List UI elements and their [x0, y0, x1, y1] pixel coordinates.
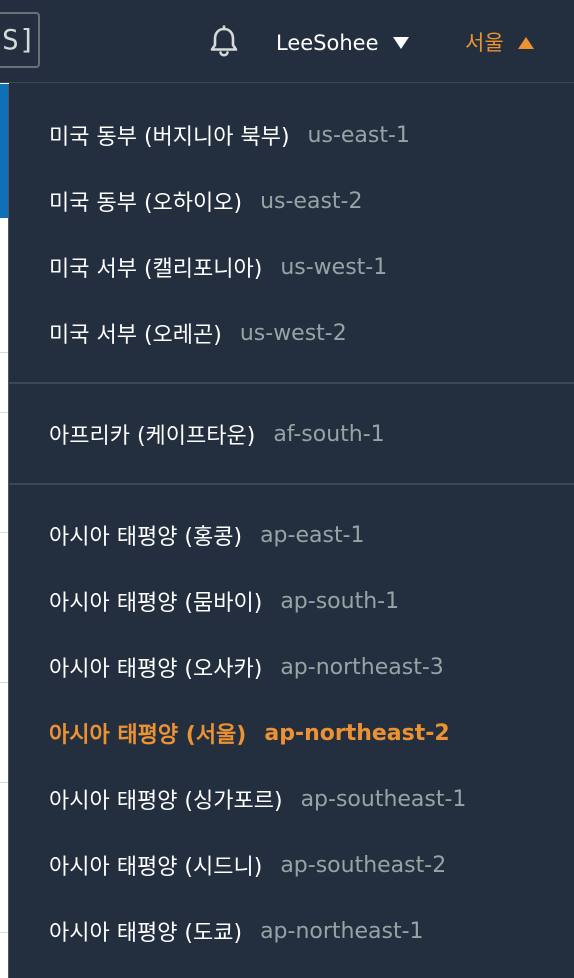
region-group-africa: 아프리카 (케이프타운) af-south-1: [9, 401, 574, 467]
account-menu-button[interactable]: LeeSohee: [276, 28, 409, 58]
caret-up-icon: [517, 37, 534, 49]
search-shortcut-text: S]: [2, 23, 36, 56]
region-name: 아시아 태평양 (시드니): [49, 855, 263, 880]
region-code: ap-southeast-2: [280, 852, 447, 878]
search-box-fragment[interactable]: S]: [0, 12, 40, 68]
region-code: af-south-1: [273, 421, 385, 447]
region-item-ap-northeast-1[interactable]: 아시아 태평양 (도쿄) ap-northeast-1: [9, 898, 574, 964]
username-label: LeeSohee: [276, 31, 379, 55]
region-selector-button[interactable]: 서울: [465, 28, 534, 58]
region-code: us-east-2: [260, 188, 363, 214]
region-item-ap-southeast-2[interactable]: 아시아 태평양 (시드니) ap-southeast-2: [9, 832, 574, 898]
region-name: 아시아 태평양 (싱가포르): [49, 789, 283, 814]
region-name: 아시아 태평양 (오사카): [49, 657, 263, 682]
region-name: 아시아 태평양 (뭄바이): [49, 591, 263, 616]
region-name: 아시아 태평양 (도쿄): [49, 921, 243, 946]
region-name: 미국 동부 (오하이오): [49, 191, 243, 216]
region-code: ap-southeast-1: [300, 786, 467, 812]
region-code: ap-south-1: [280, 588, 400, 614]
region-code: ap-northeast-2: [264, 720, 450, 746]
region-item-us-west-1[interactable]: 미국 서부 (캘리포니아) us-west-1: [9, 234, 574, 300]
region-item-us-west-2[interactable]: 미국 서부 (오레곤) us-west-2: [9, 300, 574, 366]
region-code: us-east-1: [307, 122, 410, 148]
region-code: us-west-1: [280, 254, 388, 280]
top-navigation-bar: S] LeeSohee 서울: [0, 0, 574, 83]
region-item-ap-northeast-3[interactable]: 아시아 태평양 (오사카) ap-northeast-3: [9, 634, 574, 700]
region-name: 아프리카 (케이프타운): [49, 424, 256, 449]
region-item-ap-east-1[interactable]: 아시아 태평양 (홍콩) ap-east-1: [9, 502, 574, 568]
region-label: 서울: [465, 31, 504, 55]
region-group-asia-pacific: 아시아 태평양 (홍콩) ap-east-1 아시아 태평양 (뭄바이) ap-…: [9, 502, 574, 964]
region-name: 미국 서부 (오레곤): [49, 323, 222, 348]
region-code: ap-east-1: [260, 522, 365, 548]
region-name: 미국 동부 (버지니아 북부): [49, 125, 290, 150]
region-item-us-east-2[interactable]: 미국 동부 (오하이오) us-east-2: [9, 168, 574, 234]
region-name: 미국 서부 (캘리포니아): [49, 257, 263, 282]
region-item-ap-south-1[interactable]: 아시아 태평양 (뭄바이) ap-south-1: [9, 568, 574, 634]
region-item-ap-northeast-2-selected[interactable]: 아시아 태평양 (서울) ap-northeast-2: [9, 700, 574, 766]
region-item-ap-southeast-1[interactable]: 아시아 태평양 (싱가포르) ap-southeast-1: [9, 766, 574, 832]
region-item-us-east-1[interactable]: 미국 동부 (버지니아 북부) us-east-1: [9, 102, 574, 168]
caret-down-icon: [392, 37, 409, 49]
region-code: us-west-2: [239, 320, 347, 346]
region-dropdown-menu: 미국 동부 (버지니아 북부) us-east-1 미국 동부 (오하이오) u…: [8, 84, 574, 978]
bell-icon[interactable]: [206, 24, 242, 60]
region-name: 아시아 태평양 (홍콩): [49, 525, 243, 550]
region-name: 아시아 태평양 (서울): [49, 723, 247, 748]
region-group-us: 미국 동부 (버지니아 북부) us-east-1 미국 동부 (오하이오) u…: [9, 102, 574, 366]
region-code: ap-northeast-1: [260, 918, 424, 944]
region-code: ap-northeast-3: [280, 654, 444, 680]
region-item-af-south-1[interactable]: 아프리카 (케이프타운) af-south-1: [9, 401, 574, 467]
